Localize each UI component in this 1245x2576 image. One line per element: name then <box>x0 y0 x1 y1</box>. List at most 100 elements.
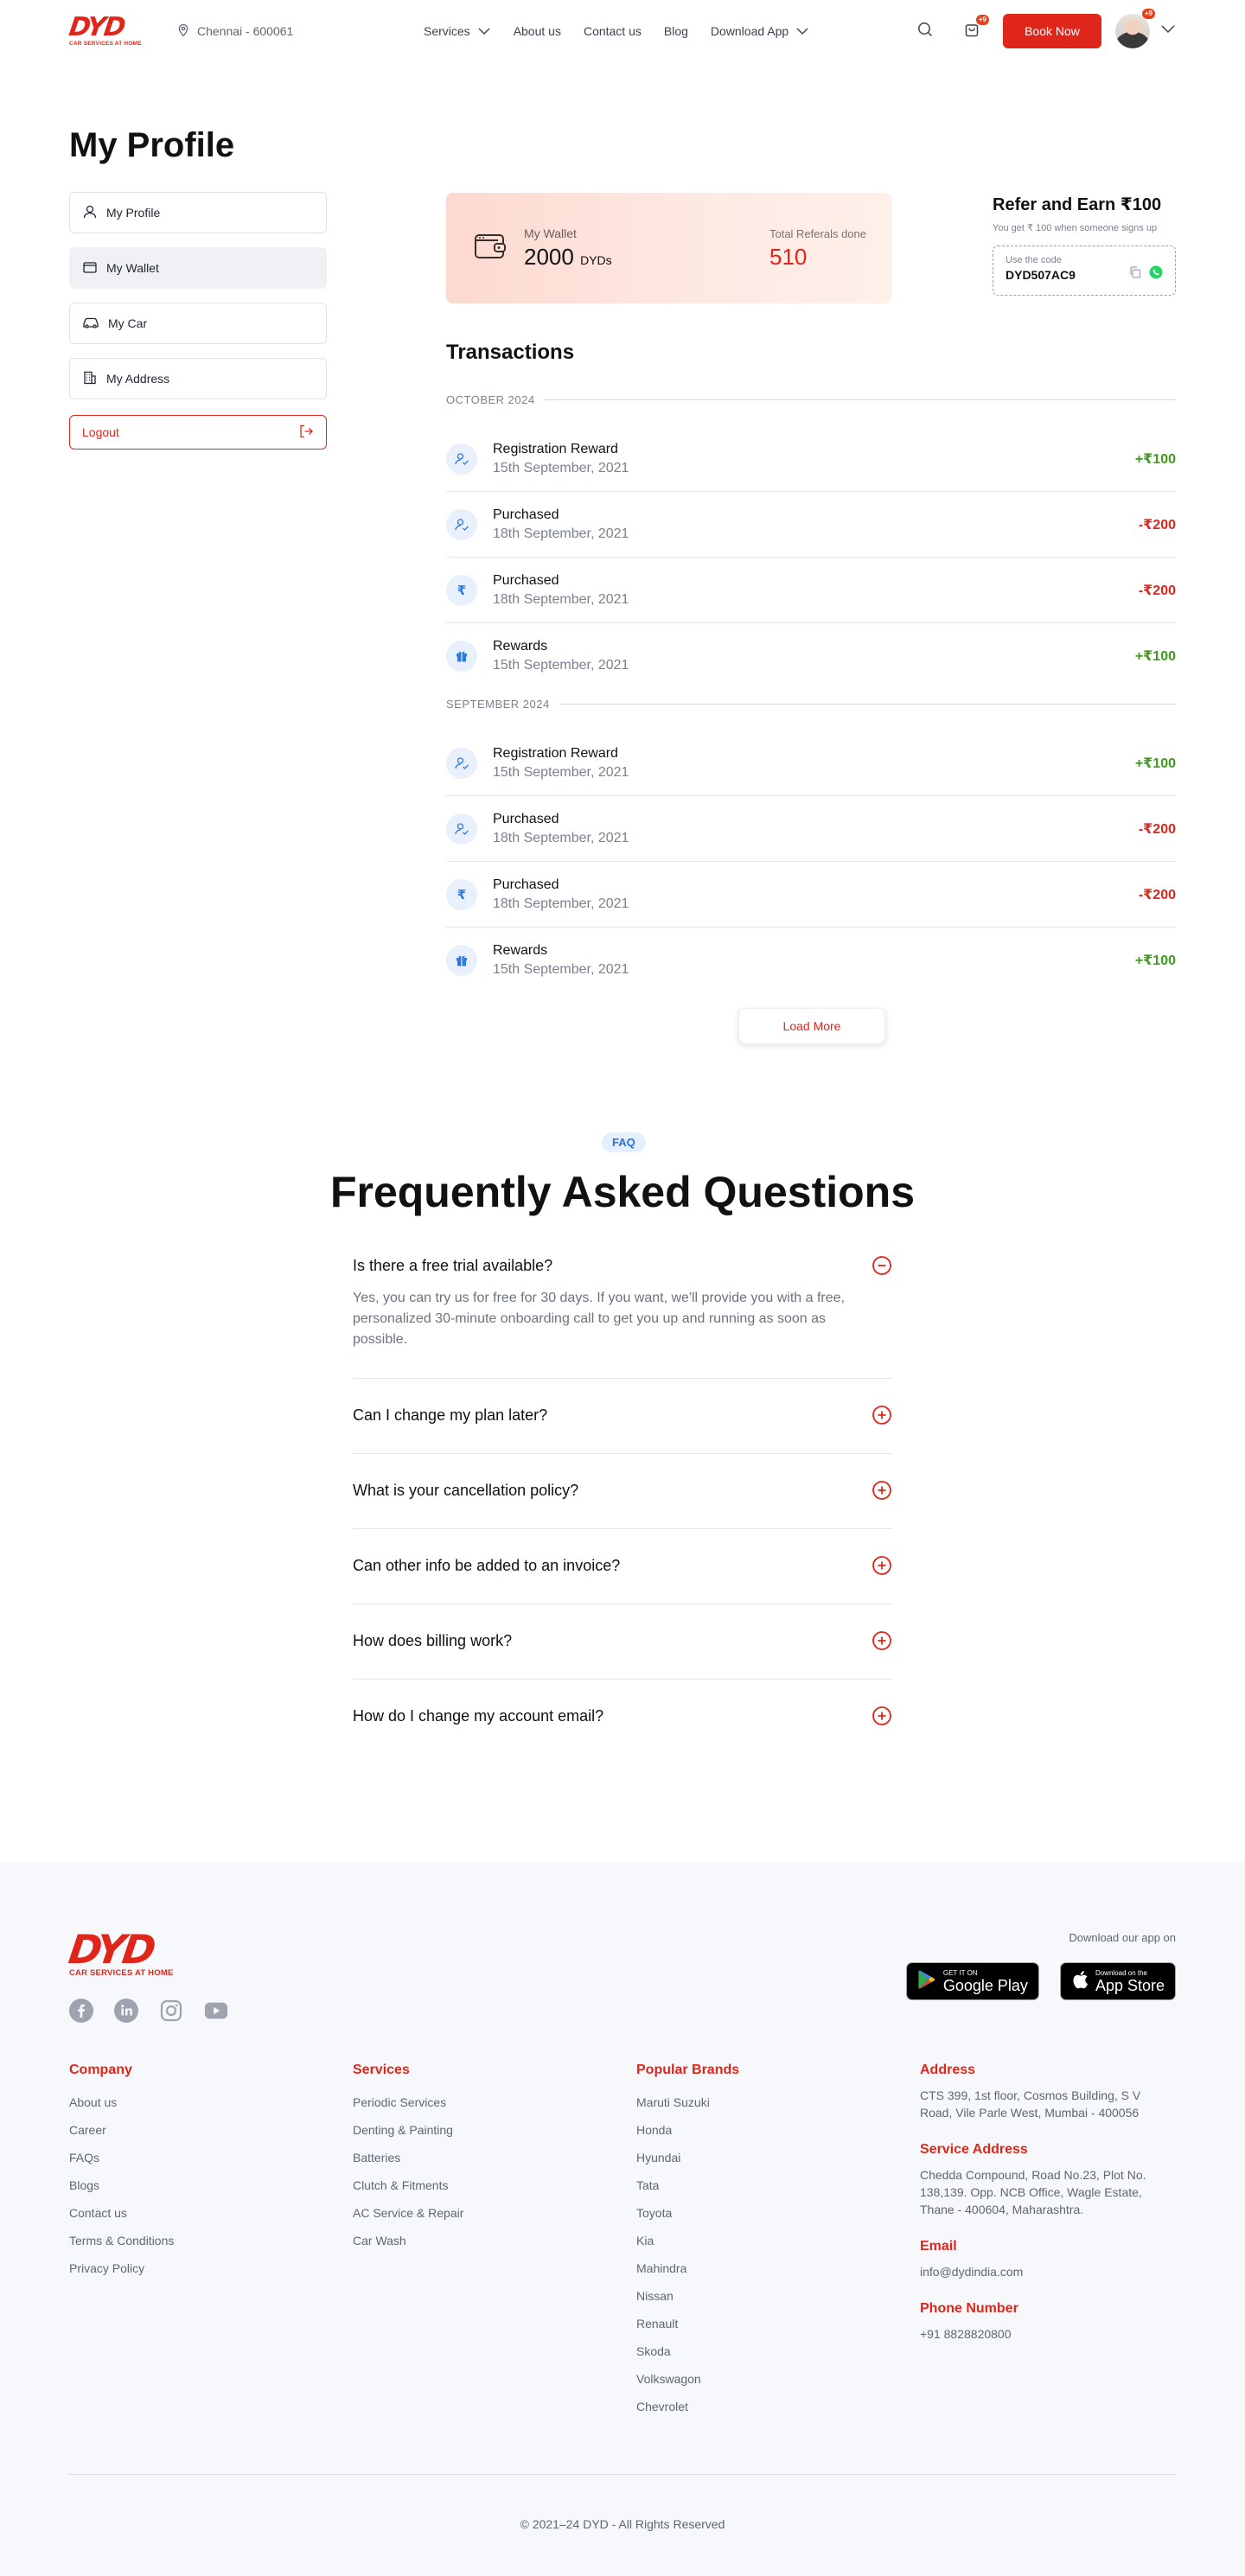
footer-link[interactable]: Honda <box>636 2123 920 2137</box>
footer-link[interactable]: Toyota <box>636 2206 920 2220</box>
youtube-icon[interactable] <box>204 1999 228 2023</box>
main-nav: Services About us Contact us Blog Downlo… <box>424 0 809 62</box>
footer-link[interactable]: Kia <box>636 2234 920 2248</box>
transaction-details: Rewards 15th September, 2021 <box>493 943 1135 978</box>
footer-heading: Company <box>69 2063 132 2077</box>
footer-link[interactable]: Nissan <box>636 2289 920 2303</box>
transaction-amount: +₹100 <box>1134 649 1176 664</box>
brand-logo[interactable]: DYD CAR SERVICES AT HOME <box>67 12 142 47</box>
transaction-row[interactable]: Registration Reward 15th September, 2021… <box>446 426 1176 492</box>
sidebar-item-my-wallet[interactable]: My Wallet <box>69 247 327 289</box>
footer-link[interactable]: AC Service & Repair <box>353 2206 636 2220</box>
instagram-icon[interactable] <box>159 1999 183 2023</box>
sidebar-item-my-address[interactable]: My Address <box>69 358 327 399</box>
logout-button[interactable]: Logout <box>69 415 327 450</box>
nav-services[interactable]: Services <box>424 24 491 38</box>
footer-link[interactable]: Career <box>69 2123 353 2137</box>
google-play-button[interactable]: GET IT ON Google Play <box>905 1962 1039 2000</box>
avatar <box>1115 14 1150 48</box>
location-selector[interactable]: Chennai - 600061 <box>176 23 293 40</box>
footer-logo[interactable]: DYD CAR SERVICES AT HOME <box>66 1926 176 1978</box>
linkedin-icon[interactable] <box>114 1999 138 2023</box>
footer-link[interactable]: Denting & Painting <box>353 2123 636 2137</box>
transaction-row[interactable]: Purchased 18th September, 2021 -₹200 <box>446 492 1176 558</box>
plus-circle-icon[interactable] <box>872 1630 892 1651</box>
plus-circle-icon[interactable] <box>872 1405 892 1425</box>
month-label: SEPTEMBER 2024 <box>446 697 550 711</box>
faq-question-row[interactable]: Is there a free trial available? <box>353 1255 892 1276</box>
footer-link[interactable]: Volkswagon <box>636 2372 920 2386</box>
transaction-row[interactable]: Rewards 15th September, 2021 +₹100 <box>446 623 1176 689</box>
logout-icon <box>298 424 314 442</box>
footer-link[interactable]: Contact us <box>69 2206 353 2220</box>
faq-item: Is there a free trial available? Yes, yo… <box>353 1255 892 1379</box>
nav-contact[interactable]: Contact us <box>584 24 642 38</box>
facebook-icon[interactable] <box>69 1999 93 2023</box>
code-actions <box>1128 265 1163 284</box>
faq-item: Can I change my plan later? <box>353 1379 892 1454</box>
faq-question-row[interactable]: How does billing work? <box>353 1630 892 1651</box>
transaction-row[interactable]: Rewards 15th September, 2021 +₹100 <box>446 928 1176 993</box>
divider-line <box>558 703 1176 705</box>
month-divider: SEPTEMBER 2024 <box>446 696 1176 711</box>
sidebar-item-my-profile[interactable]: My Profile <box>69 192 327 233</box>
transaction-row[interactable]: ₹ Purchased 18th September, 2021 -₹200 <box>446 558 1176 623</box>
faq-question-row[interactable]: What is your cancellation policy? <box>353 1480 892 1501</box>
transaction-date: 15th September, 2021 <box>493 764 629 780</box>
cart-button[interactable]: +9 <box>961 15 989 41</box>
footer-link[interactable]: Car Wash <box>353 2234 636 2248</box>
app-store-button[interactable]: Download on the App Store <box>1059 1962 1176 2000</box>
sidebar-item-my-car[interactable]: My Car <box>69 303 327 344</box>
phone-link[interactable]: +91 8828820800 <box>920 2325 1176 2343</box>
nav-label: Download App <box>710 24 789 38</box>
transaction-amount: +₹100 <box>1134 756 1176 771</box>
plus-circle-icon[interactable] <box>872 1480 892 1501</box>
footer-link[interactable]: Terms & Conditions <box>69 2234 353 2248</box>
book-now-button[interactable]: Book Now <box>1003 14 1101 48</box>
transaction-date: 15th September, 2021 <box>493 658 629 673</box>
footer-link[interactable]: Blogs <box>69 2178 353 2192</box>
transaction-amount: -₹200 <box>1138 821 1176 837</box>
car-icon <box>82 315 99 333</box>
plus-circle-icon[interactable] <box>872 1555 892 1576</box>
whatsapp-icon[interactable] <box>1149 265 1163 284</box>
footer-link[interactable]: Chevrolet <box>636 2400 920 2413</box>
transaction-row[interactable]: Purchased 18th September, 2021 -₹200 <box>446 796 1176 862</box>
transaction-name: Purchased <box>493 811 559 826</box>
nav-about[interactable]: About us <box>514 24 561 38</box>
transaction-row[interactable]: Registration Reward 15th September, 2021… <box>446 730 1176 796</box>
footer-link[interactable]: Batteries <box>353 2151 636 2165</box>
gift-icon <box>446 641 477 672</box>
footer-link[interactable]: Clutch & Fitments <box>353 2178 636 2192</box>
footer-link[interactable]: Skoda <box>636 2344 920 2358</box>
footer-link[interactable]: Maruti Suzuki <box>636 2095 920 2109</box>
search-button[interactable] <box>915 21 935 41</box>
referrals-count: 510 <box>769 244 808 270</box>
avatar-button[interactable]: +9 <box>1115 9 1155 48</box>
plus-circle-icon[interactable] <box>872 1706 892 1726</box>
transaction-row[interactable]: ₹ Purchased 18th September, 2021 -₹200 <box>446 862 1176 928</box>
footer-link[interactable]: FAQs <box>69 2151 353 2165</box>
faq-question-row[interactable]: How do I change my account email? <box>353 1706 892 1726</box>
faq-question-row[interactable]: Can other info be added to an invoice? <box>353 1555 892 1576</box>
footer-link[interactable]: Hyundai <box>636 2151 920 2165</box>
transaction-date: 15th September, 2021 <box>493 460 629 475</box>
footer-link[interactable]: About us <box>69 2095 353 2109</box>
nav-blog[interactable]: Blog <box>664 24 688 38</box>
load-more-button[interactable]: Load More <box>738 1008 885 1044</box>
copy-icon[interactable] <box>1128 265 1142 284</box>
email-link[interactable]: info@dydindia.com <box>920 2263 1176 2280</box>
footer-link[interactable]: Renault <box>636 2317 920 2331</box>
chevron-down-icon[interactable] <box>1160 23 1176 39</box>
nav-label: Services <box>424 24 470 38</box>
sidebar-item-label: My Address <box>106 372 170 386</box>
footer-link[interactable]: Mahindra <box>636 2261 920 2275</box>
footer-link[interactable]: Periodic Services <box>353 2095 636 2109</box>
footer-link[interactable]: Tata <box>636 2178 920 2192</box>
faq-question-row[interactable]: Can I change my plan later? <box>353 1405 892 1425</box>
footer-link[interactable]: Privacy Policy <box>69 2261 353 2275</box>
minus-circle-icon[interactable] <box>872 1255 892 1276</box>
month-label: OCTOBER 2024 <box>446 392 535 406</box>
nav-download-app[interactable]: Download App <box>711 24 809 38</box>
logout-label: Logout <box>82 425 119 439</box>
